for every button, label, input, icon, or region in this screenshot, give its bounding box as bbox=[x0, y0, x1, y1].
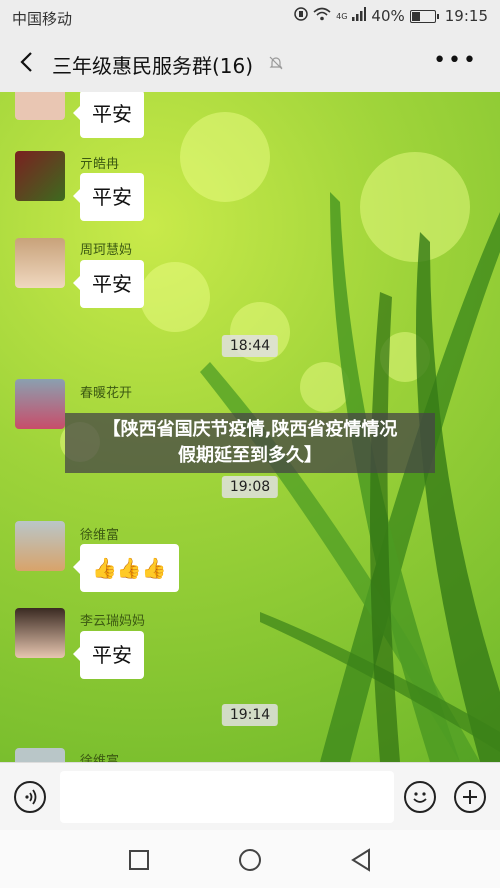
recent-apps-icon[interactable] bbox=[128, 849, 150, 875]
sender-name: 春暖花开 bbox=[80, 386, 133, 401]
timestamp: 18:44 bbox=[221, 335, 279, 357]
message-bubble[interactable]: 平安 bbox=[73, 173, 144, 221]
sender-name: 李云瑞妈妈 bbox=[80, 614, 146, 629]
voice-input-icon[interactable] bbox=[14, 781, 46, 813]
input-bar bbox=[0, 762, 500, 830]
status-bar: 中国移动 4G 40% 19:15 bbox=[0, 0, 500, 34]
back-arrow-icon[interactable] bbox=[16, 50, 40, 74]
clock: 19:15 bbox=[444, 7, 488, 25]
add-plus-icon[interactable] bbox=[454, 781, 486, 813]
system-nav-bar bbox=[0, 830, 500, 888]
more-options-icon[interactable]: ••• bbox=[433, 50, 478, 72]
overlay-line-2: 假期延至到多久】 bbox=[178, 445, 322, 466]
timestamp: 19:14 bbox=[221, 704, 279, 726]
status-icons: 4G 40% 19:15 bbox=[294, 7, 488, 25]
article-title-overlay: 【陕西省国庆节疫情,陕西省疫情情况 假期延至到多久】 bbox=[65, 413, 435, 473]
message-bubble[interactable]: 👍👍👍 bbox=[73, 544, 179, 592]
mute-bell-icon bbox=[268, 55, 284, 75]
battery-percent: 40% bbox=[371, 7, 405, 25]
wifi-icon bbox=[313, 7, 331, 25]
emoji-icon[interactable] bbox=[404, 781, 436, 813]
message-input[interactable] bbox=[60, 771, 394, 823]
avatar[interactable] bbox=[15, 151, 65, 201]
sender-name: 周珂慧妈 bbox=[80, 243, 133, 258]
overlay-line-1: 【陕西省国庆节疫情,陕西省疫情情况 bbox=[102, 419, 398, 440]
avatar[interactable] bbox=[15, 238, 65, 288]
sender-name: 亓皓冉 bbox=[80, 157, 120, 172]
network-type: 4G bbox=[336, 11, 348, 21]
timestamp: 19:08 bbox=[221, 476, 279, 498]
message-bubble[interactable]: 平安 bbox=[73, 92, 144, 138]
carrier-name: 中国移动 bbox=[12, 10, 73, 28]
vibrate-icon bbox=[294, 7, 308, 25]
avatar[interactable] bbox=[15, 748, 65, 762]
sender-name: 徐维富 bbox=[80, 754, 120, 762]
chat-title: 三年级惠民服务群(16) bbox=[52, 54, 254, 78]
avatar[interactable] bbox=[15, 608, 65, 658]
chat-header: 三年级惠民服务群(16) ••• bbox=[0, 34, 500, 92]
back-triangle-icon[interactable] bbox=[350, 848, 372, 876]
avatar[interactable] bbox=[15, 521, 65, 571]
avatar[interactable] bbox=[15, 379, 65, 429]
home-icon[interactable] bbox=[238, 848, 262, 876]
message-bubble[interactable]: 平安 bbox=[73, 260, 144, 308]
battery-icon bbox=[409, 9, 439, 23]
avatar[interactable] bbox=[15, 92, 65, 120]
signal-icon bbox=[352, 7, 367, 25]
message-bubble[interactable]: 平安 bbox=[73, 631, 144, 679]
sender-name: 徐维富 bbox=[80, 528, 120, 543]
